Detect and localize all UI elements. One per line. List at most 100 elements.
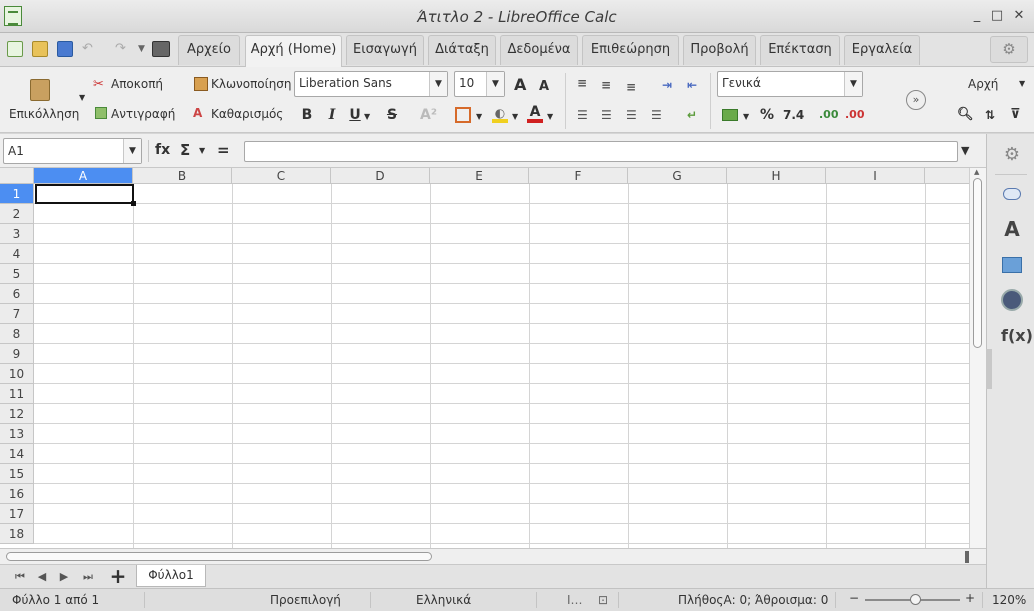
align-justify-icon[interactable]: ☰ bbox=[651, 107, 662, 123]
next-sheet-icon[interactable]: ▶ bbox=[56, 569, 72, 585]
borders-dropdown-icon[interactable]: ▼ bbox=[476, 109, 482, 125]
shrink-font-icon[interactable]: A bbox=[539, 79, 549, 95]
spreadsheet-grid[interactable]: A B C D E F G H I 1 2 3 4 5 6 7 8 9 10 1… bbox=[0, 168, 986, 548]
column-header[interactable]: I bbox=[826, 168, 925, 184]
borders-icon[interactable] bbox=[455, 107, 471, 123]
open-folder-icon[interactable] bbox=[32, 41, 48, 57]
percent-button[interactable]: % bbox=[760, 107, 774, 123]
autofilter-icon[interactable]: ⊽ bbox=[1010, 107, 1021, 123]
number-format-decimal-button[interactable]: 7.4 bbox=[783, 107, 804, 123]
column-header[interactable]: G bbox=[628, 168, 727, 184]
row-header[interactable]: 5 bbox=[0, 264, 34, 284]
copy-icon[interactable] bbox=[95, 107, 107, 119]
superscript-icon[interactable]: A² bbox=[420, 107, 437, 123]
clone-formatting-button[interactable]: Κλωνοποίηση bbox=[211, 77, 292, 91]
sidebar-collapse-handle[interactable] bbox=[986, 349, 992, 389]
sum-dropdown-icon[interactable]: ▼ bbox=[199, 146, 205, 155]
row-header[interactable]: 2 bbox=[0, 204, 34, 224]
chevron-down-icon[interactable]: ▼ bbox=[429, 72, 447, 96]
new-document-icon[interactable] bbox=[7, 41, 23, 57]
row-header[interactable]: 8 bbox=[0, 324, 34, 344]
column-header-partial[interactable] bbox=[925, 168, 975, 184]
align-left-icon[interactable]: ☰ bbox=[577, 107, 588, 123]
horizontal-scroll-thumb[interactable] bbox=[6, 552, 432, 561]
navigator-icon[interactable] bbox=[1001, 289, 1023, 311]
zoom-level[interactable]: 120% bbox=[992, 593, 1026, 607]
tab-view[interactable]: Προβολή bbox=[683, 35, 756, 65]
number-format-combobox[interactable]: Γενικά ▼ bbox=[717, 71, 863, 97]
tab-tools[interactable]: Εργαλεία bbox=[844, 35, 920, 65]
first-sheet-icon[interactable]: ⏮ bbox=[12, 569, 28, 585]
row-header[interactable]: 6 bbox=[0, 284, 34, 304]
row-header[interactable]: 17 bbox=[0, 504, 34, 524]
row-header[interactable]: 14 bbox=[0, 444, 34, 464]
function-wizard-icon[interactable]: fx bbox=[155, 142, 170, 158]
font-size-combobox[interactable]: 10 ▼ bbox=[454, 71, 505, 97]
insert-mode-icon[interactable]: I… bbox=[567, 593, 583, 607]
tab-layout[interactable]: Διάταξη bbox=[428, 35, 496, 65]
clear-formatting-button[interactable]: Καθαρισμός bbox=[211, 107, 283, 121]
row-header[interactable]: 18 bbox=[0, 524, 34, 544]
underline-button[interactable]: U bbox=[348, 107, 362, 123]
align-top-icon[interactable]: ≡ bbox=[577, 75, 587, 91]
language[interactable]: Ελληνικά bbox=[416, 593, 471, 607]
sidebar-settings-icon[interactable]: ⚙ bbox=[1001, 144, 1023, 166]
gallery-icon[interactable] bbox=[1002, 257, 1022, 273]
sum-icon[interactable]: Σ bbox=[180, 141, 190, 159]
align-middle-icon[interactable]: ≡ bbox=[601, 77, 611, 93]
gear-icon[interactable]: ⚙ bbox=[990, 36, 1028, 63]
add-sheet-button[interactable]: + bbox=[108, 566, 128, 586]
styles-dropdown-icon[interactable]: ▼ bbox=[1019, 79, 1025, 88]
horizontal-scrollbar[interactable] bbox=[0, 548, 986, 564]
cut-button[interactable]: Αποκοπή bbox=[111, 77, 163, 91]
formula-icon[interactable]: = bbox=[217, 141, 230, 159]
row-header[interactable]: 9 bbox=[0, 344, 34, 364]
print-icon[interactable] bbox=[152, 41, 170, 57]
expand-ribbon-icon[interactable]: » bbox=[906, 90, 926, 110]
select-all-corner[interactable] bbox=[0, 168, 34, 184]
row-header[interactable]: 15 bbox=[0, 464, 34, 484]
paste-icon[interactable] bbox=[30, 79, 50, 101]
highlight-color-icon[interactable]: ◐ bbox=[492, 107, 508, 123]
column-header[interactable]: F bbox=[529, 168, 628, 184]
save-icon[interactable] bbox=[57, 41, 73, 57]
paste-dropdown-icon[interactable]: ▼ bbox=[79, 93, 85, 102]
tab-home[interactable]: Αρχή (Home) bbox=[245, 35, 342, 67]
bold-button[interactable]: B bbox=[300, 107, 314, 123]
tab-review[interactable]: Επιθεώρηση bbox=[582, 35, 679, 65]
decrease-indent-icon[interactable]: ⇤ bbox=[687, 77, 697, 93]
currency-icon[interactable] bbox=[722, 109, 738, 121]
grow-font-icon[interactable]: A bbox=[514, 77, 526, 93]
row-header[interactable]: 3 bbox=[0, 224, 34, 244]
align-center-icon[interactable]: ☰ bbox=[601, 107, 612, 123]
row-header[interactable]: 1 bbox=[0, 184, 34, 204]
underline-dropdown-icon[interactable]: ▼ bbox=[364, 109, 370, 125]
scissors-icon[interactable]: ✂ bbox=[93, 77, 104, 92]
align-bottom-icon[interactable]: ≡ bbox=[626, 79, 636, 95]
column-header[interactable]: C bbox=[232, 168, 331, 184]
tab-data[interactable]: Δεδομένα bbox=[500, 35, 578, 65]
minimize-icon[interactable]: _ bbox=[970, 9, 984, 23]
vertical-scroll-thumb[interactable] bbox=[973, 178, 982, 348]
font-name-combobox[interactable]: Liberation Sans ▼ bbox=[294, 71, 448, 97]
close-icon[interactable]: ✕ bbox=[1012, 9, 1026, 23]
column-header[interactable]: A bbox=[34, 168, 133, 184]
formula-input[interactable] bbox=[244, 141, 958, 162]
functions-icon[interactable]: f(x) bbox=[1001, 325, 1033, 347]
clear-formatting-icon[interactable]: A bbox=[193, 106, 202, 120]
italic-button[interactable]: I bbox=[325, 107, 339, 123]
paste-button[interactable]: Επικόλληση bbox=[9, 107, 79, 121]
add-decimal-icon[interactable]: .00 bbox=[819, 107, 839, 123]
tab-insert[interactable]: Εισαγωγή bbox=[346, 35, 424, 65]
properties-icon[interactable] bbox=[1003, 188, 1021, 200]
tab-extension[interactable]: Επέκταση bbox=[760, 35, 840, 65]
chevron-down-icon[interactable]: ▼ bbox=[486, 72, 504, 96]
column-header[interactable]: H bbox=[727, 168, 826, 184]
find-replace-icon[interactable]: 🔍︎ bbox=[957, 107, 974, 123]
styles-button[interactable]: Αρχή bbox=[968, 77, 998, 91]
zoom-slider-thumb[interactable] bbox=[910, 594, 921, 605]
chevron-down-icon[interactable]: ▼ bbox=[123, 139, 141, 163]
highlight-dropdown-icon[interactable]: ▼ bbox=[512, 109, 518, 125]
styles-icon[interactable]: A bbox=[1001, 218, 1023, 240]
row-header[interactable]: 12 bbox=[0, 404, 34, 424]
